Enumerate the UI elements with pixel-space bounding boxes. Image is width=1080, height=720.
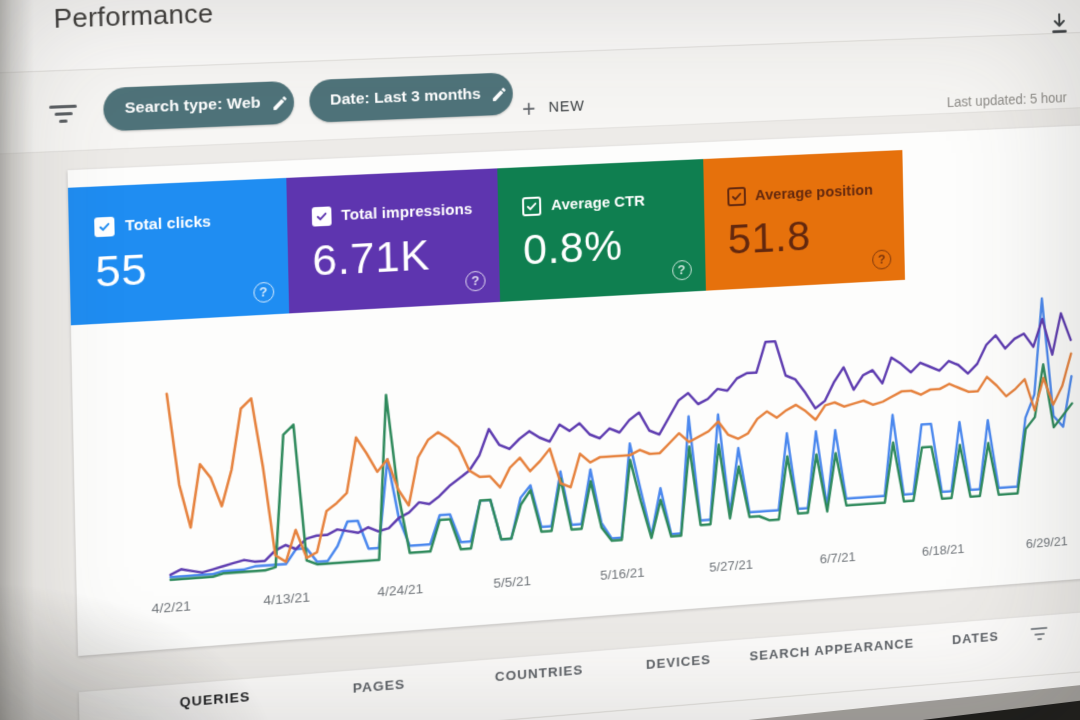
- new-filter-label: NEW: [548, 98, 585, 116]
- x-axis-label: 5/27/21: [709, 557, 753, 575]
- search-console-performance-page: Performance Search type: Web Date: Last …: [0, 0, 1080, 720]
- chart-line-average-position: [167, 340, 1074, 570]
- tab-devices[interactable]: DEVICES: [646, 652, 711, 672]
- checkbox-checked-icon[interactable]: [521, 196, 542, 217]
- filter-lines-icon[interactable]: [48, 104, 78, 127]
- checkbox-checked-icon[interactable]: [726, 186, 746, 207]
- download-icon: [1047, 10, 1072, 36]
- help-icon[interactable]: ?: [252, 281, 274, 304]
- metric-label: Total impressions: [341, 200, 473, 225]
- search-type-chip[interactable]: Search type: Web: [103, 80, 295, 132]
- metric-card-total-impressions[interactable]: Total impressions 6.71K ?: [285, 168, 501, 314]
- x-axis-label: 5/16/21: [600, 565, 645, 583]
- checkbox-checked-icon[interactable]: [311, 206, 332, 227]
- metric-card-average-ctr[interactable]: Average CTR 0.8% ?: [497, 159, 706, 302]
- new-filter-button[interactable]: + NEW: [521, 95, 585, 123]
- search-type-chip-label: Search type: Web: [124, 94, 261, 118]
- page-title: Performance: [53, 0, 214, 35]
- metric-label: Average CTR: [550, 192, 646, 214]
- tab-dates[interactable]: DATES: [952, 629, 999, 647]
- table-filter-icon[interactable]: [1030, 626, 1049, 644]
- date-range-chip[interactable]: Date: Last 3 months: [309, 72, 514, 123]
- x-axis-label: 6/29/21: [1026, 534, 1068, 551]
- plus-icon: +: [521, 95, 536, 123]
- checkbox-checked-icon[interactable]: [94, 216, 115, 238]
- edit-pencil-icon: [273, 95, 287, 110]
- x-axis-label: 6/18/21: [922, 541, 965, 558]
- metric-card-total-clicks[interactable]: Total clicks 55 ?: [67, 177, 289, 326]
- tab-search-appearance[interactable]: SEARCH APPEARANCE: [749, 636, 914, 664]
- help-icon[interactable]: ?: [872, 249, 892, 270]
- performance-line-chart[interactable]: 4/2/21 4/13/21 4/24/21 5/5/21 5/16/21 5/27/21…: [77, 282, 1080, 647]
- x-axis-label: 4/2/21: [151, 598, 191, 616]
- tab-countries[interactable]: COUNTRIES: [495, 662, 584, 684]
- photo-of-screen: Performance Search type: Web Date: Last …: [0, 0, 1080, 720]
- tab-pages[interactable]: PAGES: [353, 676, 406, 695]
- metric-label: Average position: [754, 181, 874, 205]
- help-icon[interactable]: ?: [465, 270, 486, 292]
- performance-report-card: Total clicks 55 ? Total impressions 6.71…: [67, 119, 1080, 657]
- x-axis-label: 4/24/21: [377, 581, 423, 599]
- metric-label: Total clicks: [124, 213, 212, 235]
- chart-line-total-clicks: [166, 297, 1075, 577]
- metric-card-average-position[interactable]: Average position 51.8 ?: [702, 150, 905, 291]
- tab-queries[interactable]: QUERIES: [179, 689, 250, 710]
- chart-line-total-impressions: [166, 313, 1074, 575]
- x-axis-label: 4/13/21: [263, 590, 310, 608]
- x-axis-label: 6/7/21: [820, 549, 856, 566]
- date-range-chip-label: Date: Last 3 months: [329, 85, 481, 109]
- help-icon[interactable]: ?: [671, 259, 692, 281]
- edit-pencil-icon: [492, 87, 506, 101]
- x-axis-label: 5/5/21: [493, 573, 531, 591]
